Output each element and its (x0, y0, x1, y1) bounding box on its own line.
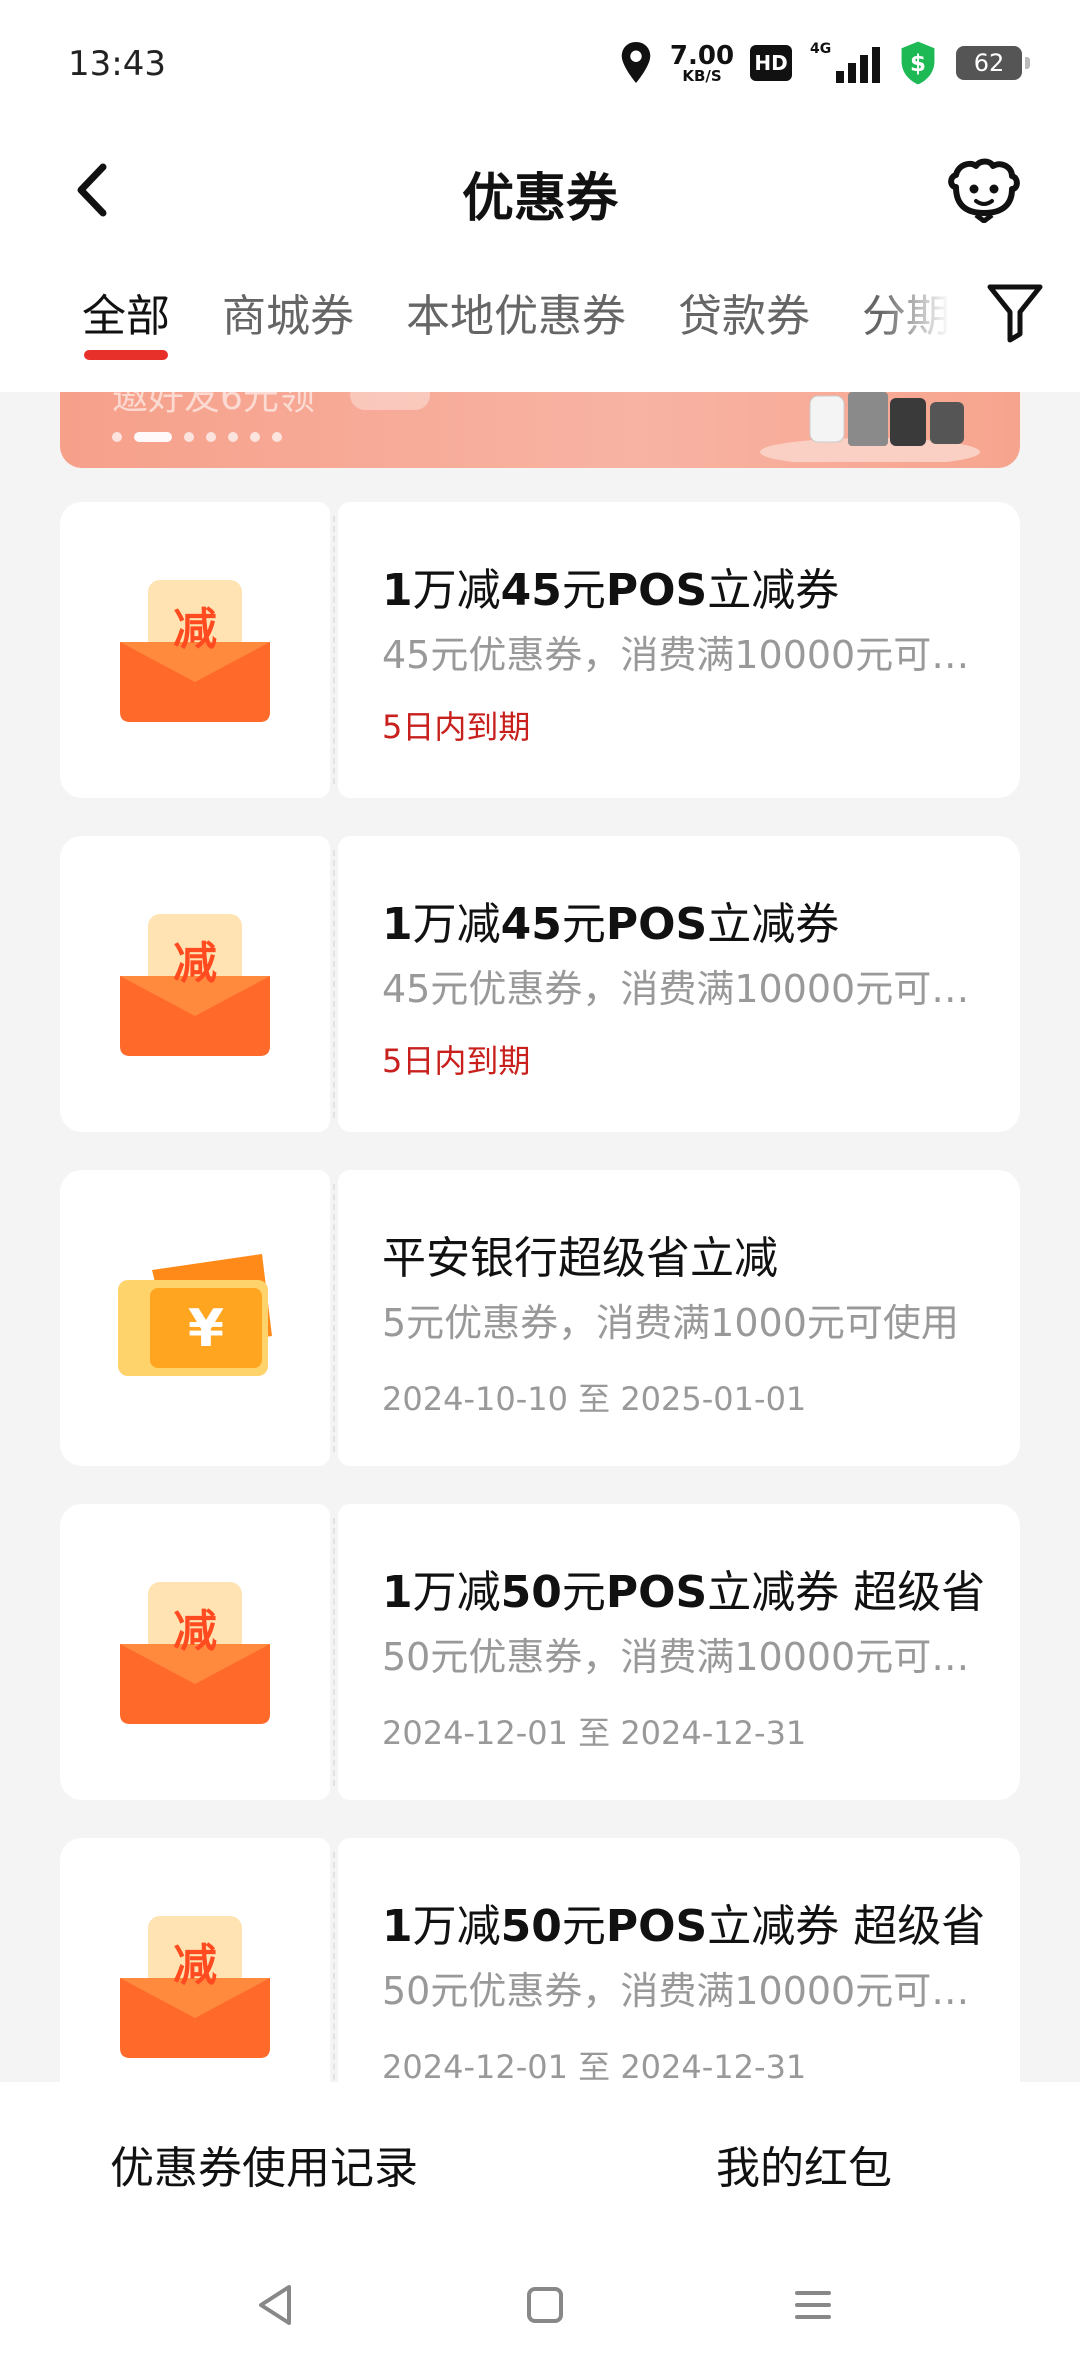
tabs-scroll[interactable]: 全部 商城券 本地优惠券 贷款券 分期券 (0, 250, 950, 392)
status-time: 13:43 (68, 44, 166, 84)
coupon-description: 50元优惠券，消费满10000元可使用 (382, 1635, 974, 1679)
coupon-description: 50元优惠券，消费满10000元可使用 (382, 1969, 974, 2013)
coupon-expiry: 5日内到期 (382, 708, 531, 746)
status-icons: 7.00 KB/S HD 4G $ 62 (618, 38, 1030, 88)
reduce-char: 减 (173, 604, 217, 655)
svg-text:$: $ (910, 51, 926, 77)
network-speed-value: 7.00 (669, 40, 735, 71)
header: 优惠券 (0, 130, 1080, 250)
square-home-icon (527, 2287, 563, 2323)
reduce-char: 减 (173, 1940, 217, 1991)
hd-badge: HD (750, 45, 792, 81)
reduce-envelope-icon: 减 (120, 914, 270, 1056)
nav-back-button[interactable] (240, 2270, 310, 2340)
coupon-title: 1万减45元POS立减券 (382, 565, 840, 616)
coupon-title: 平安银行超级省立减 (382, 1233, 778, 1284)
coupon-card[interactable]: 减 1万减50元POS立减券 超级省 50元优惠券，消费满10000元可使用 2… (60, 1504, 1020, 1800)
reduce-envelope-icon: 减 (120, 580, 270, 722)
filter-button[interactable] (978, 276, 1052, 350)
reduce-envelope-icon: 减 (120, 1916, 270, 2058)
bottom-action-bar: 优惠券使用记录 我的红包 (0, 2082, 1080, 2242)
coupon-validity: 2024-12-01 至 2024-12-31 (382, 1714, 807, 1752)
appliance-products-image (760, 392, 980, 462)
coupon-card[interactable]: 减 1万减45元POS立减券 45元优惠券，消费满10000元可使用 5日内到期 (60, 502, 1020, 798)
network-speed-unit: KB/S (682, 66, 722, 85)
reduce-envelope-icon: 减 (120, 1582, 270, 1724)
banner-text: 邀好友6元领 (112, 392, 315, 418)
signal-icon: 4G (810, 41, 880, 85)
coupon-description: 45元优惠券，消费满10000元可使用 (382, 967, 974, 1011)
system-nav-bar (0, 2242, 1080, 2376)
promo-banner[interactable]: 邀好友6元领 (60, 392, 1020, 468)
nav-menu-button[interactable] (778, 2270, 848, 2340)
tab-all[interactable]: 全部 (82, 250, 170, 392)
coupon-description: 45元优惠券，消费满10000元可使用 (382, 633, 974, 677)
coupon-card[interactable]: ¥ 平安银行超级省立减 5元优惠券，消费满1000元可使用 2024-10-10… (60, 1170, 1020, 1466)
triangle-back-icon (259, 2285, 291, 2325)
menu-lines-icon (795, 2291, 831, 2319)
location-icon (621, 42, 651, 83)
security-shield-icon: $ (901, 41, 935, 85)
customer-service-button[interactable] (944, 152, 1024, 228)
coupon-title: 1万减45元POS立减券 (382, 899, 840, 950)
coupon-title: 1万减50元POS立减券 超级省 (382, 1567, 986, 1618)
status-bar: 13:43 7.00 KB/S HD 4G $ 62 (0, 0, 1080, 130)
robot-assistant-icon (948, 158, 1020, 223)
coupon-title: 1万减50元POS立减券 超级省 (382, 1901, 986, 1952)
coupon-list: 减 1万减45元POS立减券 45元优惠券，消费满10000元可使用 5日内到期… (60, 502, 1020, 2172)
filter-icon (987, 284, 1043, 343)
tab-loan[interactable]: 贷款券 (678, 250, 810, 392)
yuan-ticket-icon: ¥ (118, 1254, 272, 1376)
tab-mall[interactable]: 商城券 (222, 250, 354, 392)
reduce-char: 减 (173, 1606, 217, 1657)
coupon-validity: 2024-10-10 至 2025-01-01 (382, 1380, 807, 1418)
coupon-card[interactable]: 减 1万减45元POS立减券 45元优惠券，消费满10000元可使用 5日内到期 (60, 836, 1020, 1132)
coupon-usage-record-link[interactable]: 优惠券使用记录 (110, 2132, 418, 2196)
network-speed: 7.00 KB/S (669, 40, 735, 86)
coupon-expiry: 5日内到期 (382, 1042, 531, 1080)
nav-home-button[interactable] (510, 2270, 580, 2340)
network-type: 4G (810, 41, 832, 57)
reduce-char: 减 (173, 938, 217, 989)
yuan-char: ¥ (188, 1299, 224, 1359)
my-red-packet-link[interactable]: 我的红包 (716, 2132, 892, 2196)
battery-icon: 62 (956, 46, 1030, 80)
coupon-description: 5元优惠券，消费满1000元可使用 (382, 1301, 959, 1345)
tab-local[interactable]: 本地优惠券 (406, 250, 626, 392)
page-title: 优惠券 (461, 169, 618, 229)
category-tabs: 全部 商城券 本地优惠券 贷款券 分期券 (0, 250, 1080, 392)
banner-pagination (112, 432, 282, 442)
